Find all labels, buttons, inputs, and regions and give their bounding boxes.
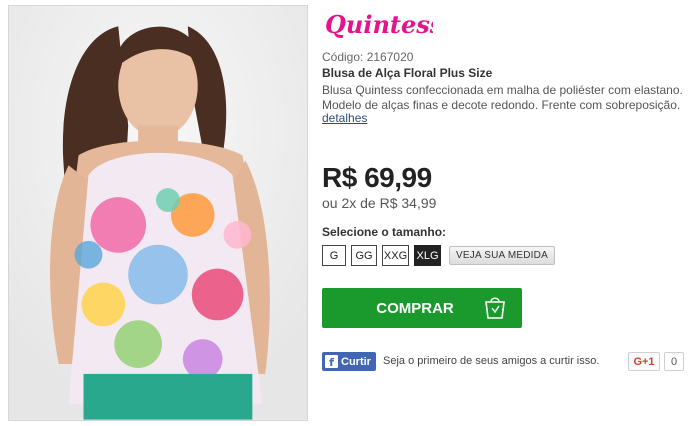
product-image[interactable] <box>8 5 308 421</box>
facebook-like-text: Seja o primeiro de seus amigos a curtir … <box>383 355 600 367</box>
installments-text: ou 2x de R$ 34,99 <box>322 195 437 211</box>
product-code: Código: 2167020 <box>322 50 414 64</box>
facebook-icon: f <box>325 355 338 368</box>
description-line: Blusa Quintess confeccionada em malha de… <box>322 83 683 97</box>
product-description: Blusa Quintess confeccionada em malha de… <box>322 83 688 113</box>
size-heading: Selecione o tamanho: <box>322 225 447 239</box>
google-plus-button[interactable]: G+1 <box>628 352 660 371</box>
size-option-gg[interactable]: GG <box>351 245 377 266</box>
model-photo <box>9 6 307 420</box>
facebook-like-label: Curtir <box>341 355 371 368</box>
google-plus-count: 0 <box>664 352 684 371</box>
shopping-bag-icon <box>485 297 505 319</box>
description-line: Modelo de alças finas e decote redondo. … <box>322 98 681 112</box>
size-option-xlg[interactable]: XLG <box>414 245 441 266</box>
quintess-logo: Quintess <box>325 10 433 39</box>
facebook-like-button[interactable]: f Curtir <box>322 352 376 371</box>
buy-button[interactable]: COMPRAR <box>322 288 522 328</box>
product-name: Blusa de Alça Floral Plus Size <box>322 66 493 80</box>
size-option-g[interactable]: G <box>322 245 346 266</box>
size-guide-button[interactable]: VEJA SUA MEDIDA <box>449 246 555 265</box>
product-price: R$ 69,99 <box>322 162 432 193</box>
brand-logo-text: Quintess <box>325 10 433 39</box>
size-selector: G GG XXG XLG <box>322 245 441 266</box>
buy-button-label: COMPRAR <box>376 299 454 317</box>
size-option-xxg[interactable]: XXG <box>382 245 409 266</box>
details-link[interactable]: detalhes <box>322 111 367 125</box>
brand-logo[interactable]: Quintess <box>323 6 433 42</box>
